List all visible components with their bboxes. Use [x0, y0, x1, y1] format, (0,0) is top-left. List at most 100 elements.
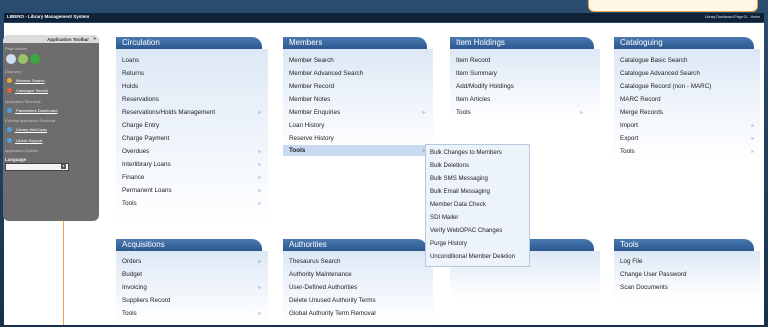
- submenu-arrow-icon: »: [258, 175, 261, 181]
- menu-item-merge-records[interactable]: Merge Records: [620, 109, 663, 116]
- submenu-arrow-icon: »: [258, 188, 261, 194]
- submenu-item-member-data-check[interactable]: Member Data Check: [430, 201, 486, 208]
- menu-item-catalogue-basic-search[interactable]: Catalogue Basic Search: [620, 57, 688, 64]
- menu-item-reservations[interactable]: Reservations: [122, 96, 159, 103]
- menu-item-scan-documents[interactable]: Scan Documents: [620, 284, 668, 291]
- submenu-arrow-icon: »: [422, 110, 425, 116]
- submenu-item-bulk-sms-messaging[interactable]: Bulk SMS Messaging: [430, 175, 488, 182]
- panel-item-holdings: Item Holdings Item Record Item Summary A…: [450, 37, 600, 122]
- panel-title-item-holdings: Item Holdings: [450, 37, 594, 49]
- panel-acquisitions: Acquisitions Orders » Budget Invoicing »…: [116, 239, 268, 325]
- double-chevron-right-icon[interactable]: »: [93, 36, 96, 42]
- menu-item-item-summary[interactable]: Item Summary: [456, 70, 497, 77]
- submenu-item-bulk-email-messaging[interactable]: Bulk Email Messaging: [430, 188, 490, 195]
- menu-item-add-modify-holdings[interactable]: Add/Modify Holdings: [456, 83, 514, 90]
- chevron-down-icon[interactable]: ▾: [61, 164, 66, 169]
- language-label: Language: [5, 157, 27, 162]
- menu-item-import[interactable]: Import: [620, 122, 638, 129]
- menu-item-change-user-password[interactable]: Change User Password: [620, 271, 687, 278]
- menu-item-member-advanced-search[interactable]: Member Advanced Search: [289, 70, 363, 77]
- submenu-item-purge-history[interactable]: Purge History: [430, 240, 467, 247]
- language-select[interactable]: [5, 163, 69, 171]
- submenu-item-sdi-mailer[interactable]: SDI Mailer: [430, 214, 458, 221]
- menu-item-permanent-loans[interactable]: Permanent Loans: [122, 187, 172, 194]
- submenu-arrow-icon: »: [580, 110, 583, 116]
- menu-item-item-articles[interactable]: Item Articles: [456, 96, 490, 103]
- menu-item-reservations-holds-management[interactable]: Reservations/Holds Management: [122, 109, 215, 116]
- menu-item-log-file[interactable]: Log File: [620, 258, 642, 265]
- main-content: Circulation Loans Returns Holds Reservat…: [4, 23, 764, 325]
- application-toolbar: Application Toolbar » Page Actions Disco…: [3, 35, 99, 221]
- menu-item-suppliers-record[interactable]: Suppliers Record: [122, 297, 170, 304]
- menu-item-invoicing[interactable]: Invoicing: [122, 284, 147, 291]
- menu-item-global-authority-term-removal[interactable]: Global Authority Term Removal: [289, 310, 376, 317]
- panel-circulation: Circulation Loans Returns Holds Reservat…: [116, 37, 268, 227]
- menu-item-marc-record[interactable]: MARC Record: [620, 96, 661, 103]
- panel-title-tools: Tools: [614, 239, 754, 251]
- menu-item-charge-entry[interactable]: Charge Entry: [122, 122, 159, 129]
- submenu-arrow-icon: »: [258, 311, 261, 317]
- menu-item-reserve-history[interactable]: Reserve History: [289, 135, 334, 142]
- submenu-item-unconditional-member-deletion[interactable]: Unconditional Member Deletion: [430, 253, 515, 260]
- section-page-actions: Page Actions: [5, 47, 28, 51]
- menu-item-tools[interactable]: Tools: [620, 148, 635, 155]
- submenu-arrow-icon: »: [258, 259, 261, 265]
- panel-title-members: Members: [283, 37, 427, 49]
- menu-item-catalogue-advanced-search[interactable]: Catalogue Advanced Search: [620, 70, 700, 77]
- app-title: LIBERO - Library Management System: [7, 14, 90, 19]
- menu-item-overdues[interactable]: Overdues: [122, 148, 149, 155]
- menu-item-tools[interactable]: Tools: [122, 200, 137, 207]
- home-icon[interactable]: [6, 54, 16, 64]
- menu-item-interlibrary-loans[interactable]: Interlibrary Loans: [122, 161, 171, 168]
- menu-item-member-record[interactable]: Member Record: [289, 83, 334, 90]
- page-action-icons: [6, 54, 41, 66]
- menu-item-loans[interactable]: Loans: [122, 57, 139, 64]
- menu-item-member-search[interactable]: Member Search: [289, 57, 334, 64]
- link-member-search[interactable]: Member Search: [7, 78, 45, 84]
- submenu-arrow-icon: »: [258, 149, 261, 155]
- submenu-arrow-icon: »: [751, 136, 754, 142]
- toolbar-header: Application Toolbar »: [3, 35, 99, 43]
- toolbar-title: Application Toolbar: [47, 36, 89, 42]
- globe-icon: [7, 127, 12, 133]
- tooltip-popup: [588, 0, 758, 12]
- menu-item-user-defined-authorities[interactable]: User-Defined Authorities: [289, 284, 357, 291]
- panel-tools: Tools Log File Change User Password Scan…: [614, 239, 760, 299]
- submenu-item-bulk-changes-to-members[interactable]: Bulk Changes to Members: [430, 149, 502, 156]
- globe-icon: [7, 138, 12, 144]
- menu-item-thesaurus-search[interactable]: Thesaurus Search: [289, 258, 340, 265]
- menu-item-member-notes[interactable]: Member Notes: [289, 96, 330, 103]
- submenu-item-bulk-deletions[interactable]: Bulk Deletions: [430, 162, 469, 169]
- menu-item-tools[interactable]: Tools: [456, 109, 471, 116]
- menu-item-delete-unused-authority-terms[interactable]: Delete Unused Authority Terms: [289, 297, 376, 304]
- submenu-arrow-icon: »: [258, 201, 261, 207]
- menu-item-charge-payment[interactable]: Charge Payment: [122, 135, 169, 142]
- panel-title-cataloguing: Cataloguing: [614, 37, 754, 49]
- menu-item-budget[interactable]: Budget: [122, 271, 142, 278]
- member-icon: [7, 78, 12, 84]
- menu-item-loan-history[interactable]: Loan History: [289, 122, 324, 129]
- panel-cataloguing: Cataloguing Catalogue Basic Search Catal…: [614, 37, 760, 162]
- header-info: Library Dashboard Page 01 - Home: [704, 15, 760, 19]
- transfer-icon[interactable]: [18, 54, 29, 64]
- link-catalogue-search[interactable]: Catalogue Search: [7, 88, 48, 94]
- menu-item-finance[interactable]: Finance: [122, 174, 144, 181]
- menu-item-member-enquiries[interactable]: Member Enquiries: [289, 109, 340, 116]
- link-library-webopac[interactable]: Library WebOpac: [7, 127, 47, 133]
- menu-item-tools[interactable]: Tools: [289, 147, 305, 154]
- menu-item-export[interactable]: Export: [620, 135, 638, 142]
- section-application-shortcuts: Application Shortcuts: [5, 100, 41, 104]
- panel-title-acquisitions: Acquisitions: [116, 239, 262, 251]
- menu-item-holds[interactable]: Holds: [122, 83, 138, 90]
- tools-submenu: Bulk Changes to Members Bulk Deletions B…: [425, 144, 530, 267]
- submenu-item-verify-webopac-changes[interactable]: Verify WebOPAC Changes: [430, 227, 502, 234]
- link-parameters-dashboard[interactable]: Parameters Dashboard: [7, 108, 57, 114]
- menu-item-item-record[interactable]: Item Record: [456, 57, 490, 64]
- menu-item-authority-maintenance[interactable]: Authority Maintenance: [289, 271, 352, 278]
- help-icon[interactable]: [30, 54, 41, 64]
- menu-item-returns[interactable]: Returns: [122, 70, 144, 77]
- menu-item-catalogue-record-non-marc[interactable]: Catalogue Record (non - MARC): [620, 83, 711, 90]
- link-libero-support[interactable]: Libero Support: [7, 138, 42, 144]
- menu-item-tools[interactable]: Tools: [122, 310, 137, 317]
- menu-item-orders[interactable]: Orders: [122, 258, 141, 265]
